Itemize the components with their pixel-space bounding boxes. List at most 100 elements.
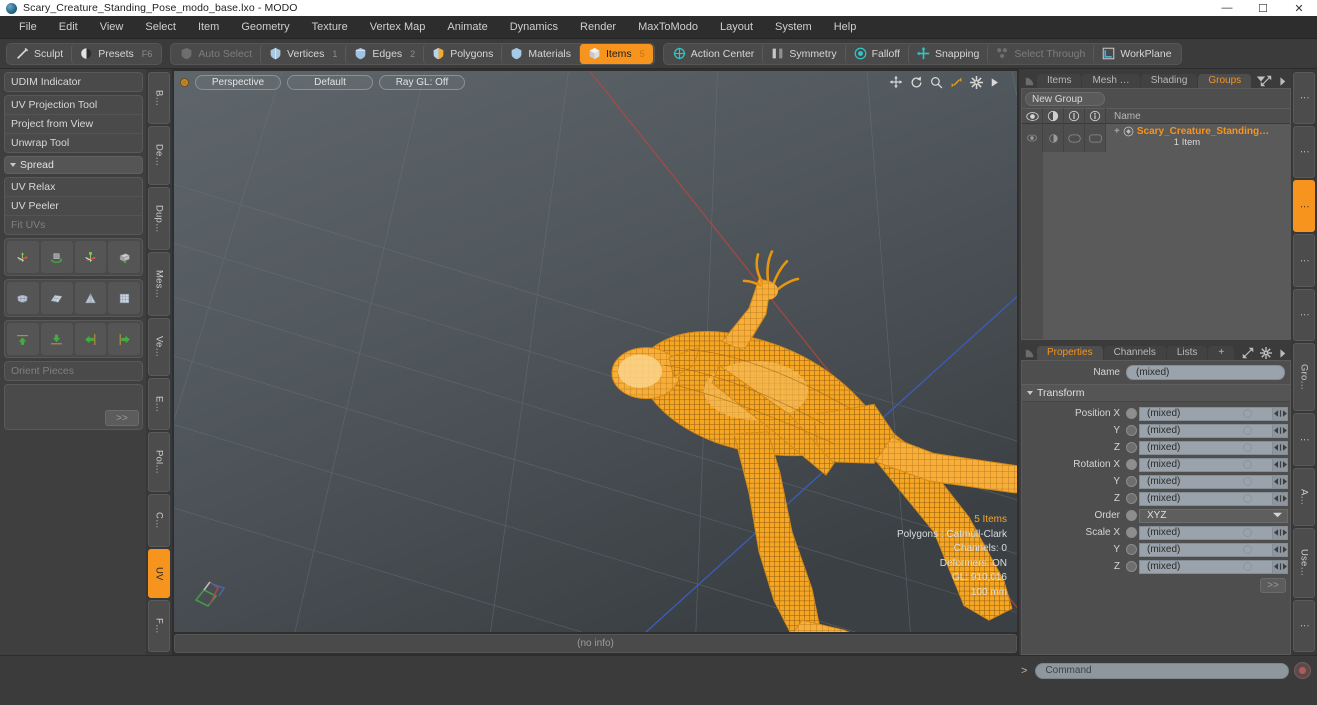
property-stepper[interactable] (1273, 542, 1288, 557)
uv-scale-tool-icon[interactable] (74, 241, 107, 273)
maximize-button[interactable]: ☐ (1245, 0, 1281, 16)
row-lock-toggle[interactable] (1064, 124, 1085, 152)
tab-groups[interactable]: Groups (1198, 74, 1252, 88)
toolbar-button-auto-select[interactable]: Auto Select (172, 44, 260, 64)
property-select[interactable]: XYZ (1139, 508, 1288, 523)
property-value-field[interactable]: (mixed) (1139, 474, 1273, 489)
zoom-icon[interactable] (930, 76, 943, 89)
toolbar-button-edges[interactable]: Edges 2 (345, 43, 423, 64)
name-input[interactable]: (mixed) (1126, 365, 1285, 380)
uv-align-down-icon[interactable] (40, 323, 73, 355)
row-render-toggle[interactable] (1043, 124, 1064, 152)
property-channel-dot-icon[interactable] (1126, 459, 1137, 470)
right-vertical-tab-1[interactable]: ⋮ (1293, 126, 1315, 179)
right-vertical-tab-9[interactable]: ⋮ (1293, 599, 1315, 653)
right-vertical-tab-0[interactable]: ⋮ (1293, 72, 1315, 125)
menu-item-select[interactable]: Select (134, 16, 187, 39)
properties-play-icon[interactable] (1278, 348, 1287, 359)
uv-plane-grid-icon[interactable] (40, 282, 73, 314)
property-channel-dot-icon[interactable] (1126, 425, 1137, 436)
uv-flip-tool-icon[interactable] (108, 241, 140, 273)
menu-item-geometry[interactable]: Geometry (230, 16, 300, 39)
left-tool-project-from-view[interactable]: Project from View (5, 114, 142, 133)
panel-menu-icon[interactable] (1025, 75, 1036, 88)
row-info-toggle[interactable] (1085, 124, 1106, 152)
properties-panel-menu-icon[interactable] (1025, 347, 1036, 360)
right-vertical-tab-4[interactable]: ⋮ (1293, 288, 1315, 341)
viewport-options-dot-icon[interactable] (180, 77, 189, 87)
fit-icon[interactable] (950, 76, 963, 89)
left-vertical-tab-2[interactable]: Dup… (148, 186, 170, 251)
left-vertical-tab-8[interactable]: UV (148, 548, 170, 599)
menu-item-dynamics[interactable]: Dynamics (499, 16, 569, 39)
left-vertical-tab-1[interactable]: De… (148, 126, 170, 185)
property-keyframe-icon[interactable] (1243, 562, 1252, 571)
uv-move-tool-icon[interactable] (7, 241, 39, 273)
left-vertical-tab-6[interactable]: Pol… (148, 431, 170, 492)
record-icon[interactable] (1294, 662, 1311, 679)
udim-indicator[interactable]: UDIM Indicator (5, 73, 142, 91)
property-value-field[interactable]: (mixed) (1139, 491, 1273, 506)
left-vertical-tab-7[interactable]: C… (148, 493, 170, 547)
right-vertical-tab-3[interactable]: ⋮ (1293, 234, 1315, 287)
expand-toggle[interactable]: + (1114, 126, 1120, 137)
view-mode-selector[interactable]: Perspective (195, 74, 281, 90)
property-value-field[interactable]: (mixed) (1139, 440, 1273, 455)
tab-properties[interactable]: Properties (1037, 346, 1103, 360)
orient-pieces-button[interactable]: Orient Pieces (5, 362, 142, 380)
toolbar-button-action-center[interactable]: Action Center (665, 44, 763, 64)
new-group-button[interactable]: New Group (1025, 92, 1105, 106)
property-stepper[interactable] (1273, 406, 1288, 421)
menu-item-maxtomodo[interactable]: MaxToModo (627, 16, 709, 39)
property-channel-dot-icon[interactable] (1126, 442, 1137, 453)
tab-lists[interactable]: Lists (1166, 346, 1208, 360)
menu-item-view[interactable]: View (89, 16, 135, 39)
toolbar-button-falloff[interactable]: Falloff (844, 43, 908, 64)
info-icon[interactable] (1085, 108, 1106, 124)
toolbar-button-sculpt[interactable]: Sculpt (8, 44, 71, 64)
property-keyframe-icon[interactable] (1243, 426, 1252, 435)
toolbar-button-snapping[interactable]: Snapping (907, 43, 987, 64)
left-vertical-tab-3[interactable]: Mes… (148, 252, 170, 317)
table-row[interactable]: + Scary_Creature_Standing… 1 Item (1022, 124, 1290, 152)
toolbar-button-presets[interactable]: Presets F6 (71, 43, 160, 64)
property-stepper[interactable] (1273, 457, 1288, 472)
right-vertical-tab-2[interactable]: ⋮ (1293, 180, 1315, 233)
expand-more-button[interactable]: >> (105, 410, 139, 426)
menu-item-help[interactable]: Help (823, 16, 868, 39)
property-stepper[interactable] (1273, 491, 1288, 506)
panel-play-icon[interactable] (1278, 76, 1287, 87)
toolbar-button-symmetry[interactable]: Symmetry (762, 43, 844, 64)
menu-item-edit[interactable]: Edit (48, 16, 89, 39)
menu-item-item[interactable]: Item (187, 16, 230, 39)
property-channel-dot-icon[interactable] (1126, 527, 1137, 538)
group-tree-empty-area[interactable] (1022, 152, 1290, 339)
expand-panel-icon[interactable] (1260, 75, 1272, 87)
left-vertical-tab-9[interactable]: F… (148, 600, 170, 653)
command-input[interactable]: Command (1035, 662, 1289, 679)
left-tool-fit-uvs[interactable]: Fit UVs (5, 215, 142, 234)
rotate-icon[interactable] (910, 76, 923, 89)
right-vertical-tab-5[interactable]: Gro… (1293, 342, 1315, 412)
property-stepper[interactable] (1273, 440, 1288, 455)
raygl-selector[interactable]: Ray GL: Off (379, 74, 465, 90)
menu-item-vertex-map[interactable]: Vertex Map (359, 16, 437, 39)
property-channel-dot-icon[interactable] (1126, 408, 1137, 419)
row-eye-toggle[interactable] (1022, 124, 1043, 152)
left-vertical-tab-5[interactable]: E… (148, 377, 170, 430)
axis-gizmo-icon[interactable] (188, 574, 234, 612)
property-keyframe-icon[interactable] (1243, 494, 1252, 503)
toolbar-button-select-through[interactable]: Select Through (987, 43, 1093, 64)
menu-item-render[interactable]: Render (569, 16, 627, 39)
property-stepper[interactable] (1273, 423, 1288, 438)
gear-icon[interactable] (970, 75, 983, 89)
menu-item-texture[interactable]: Texture (301, 16, 359, 39)
uv-align-left-icon[interactable] (74, 323, 107, 355)
property-channel-dot-icon[interactable] (1126, 544, 1137, 555)
menu-item-file[interactable]: File (8, 16, 48, 39)
uv-align-right-icon[interactable] (108, 323, 140, 355)
property-keyframe-icon[interactable] (1243, 477, 1252, 486)
property-keyframe-icon[interactable] (1243, 409, 1252, 418)
left-tool-uv-relax[interactable]: UV Relax (5, 178, 142, 196)
toolbar-button-vertices[interactable]: Vertices 1 (260, 43, 345, 64)
